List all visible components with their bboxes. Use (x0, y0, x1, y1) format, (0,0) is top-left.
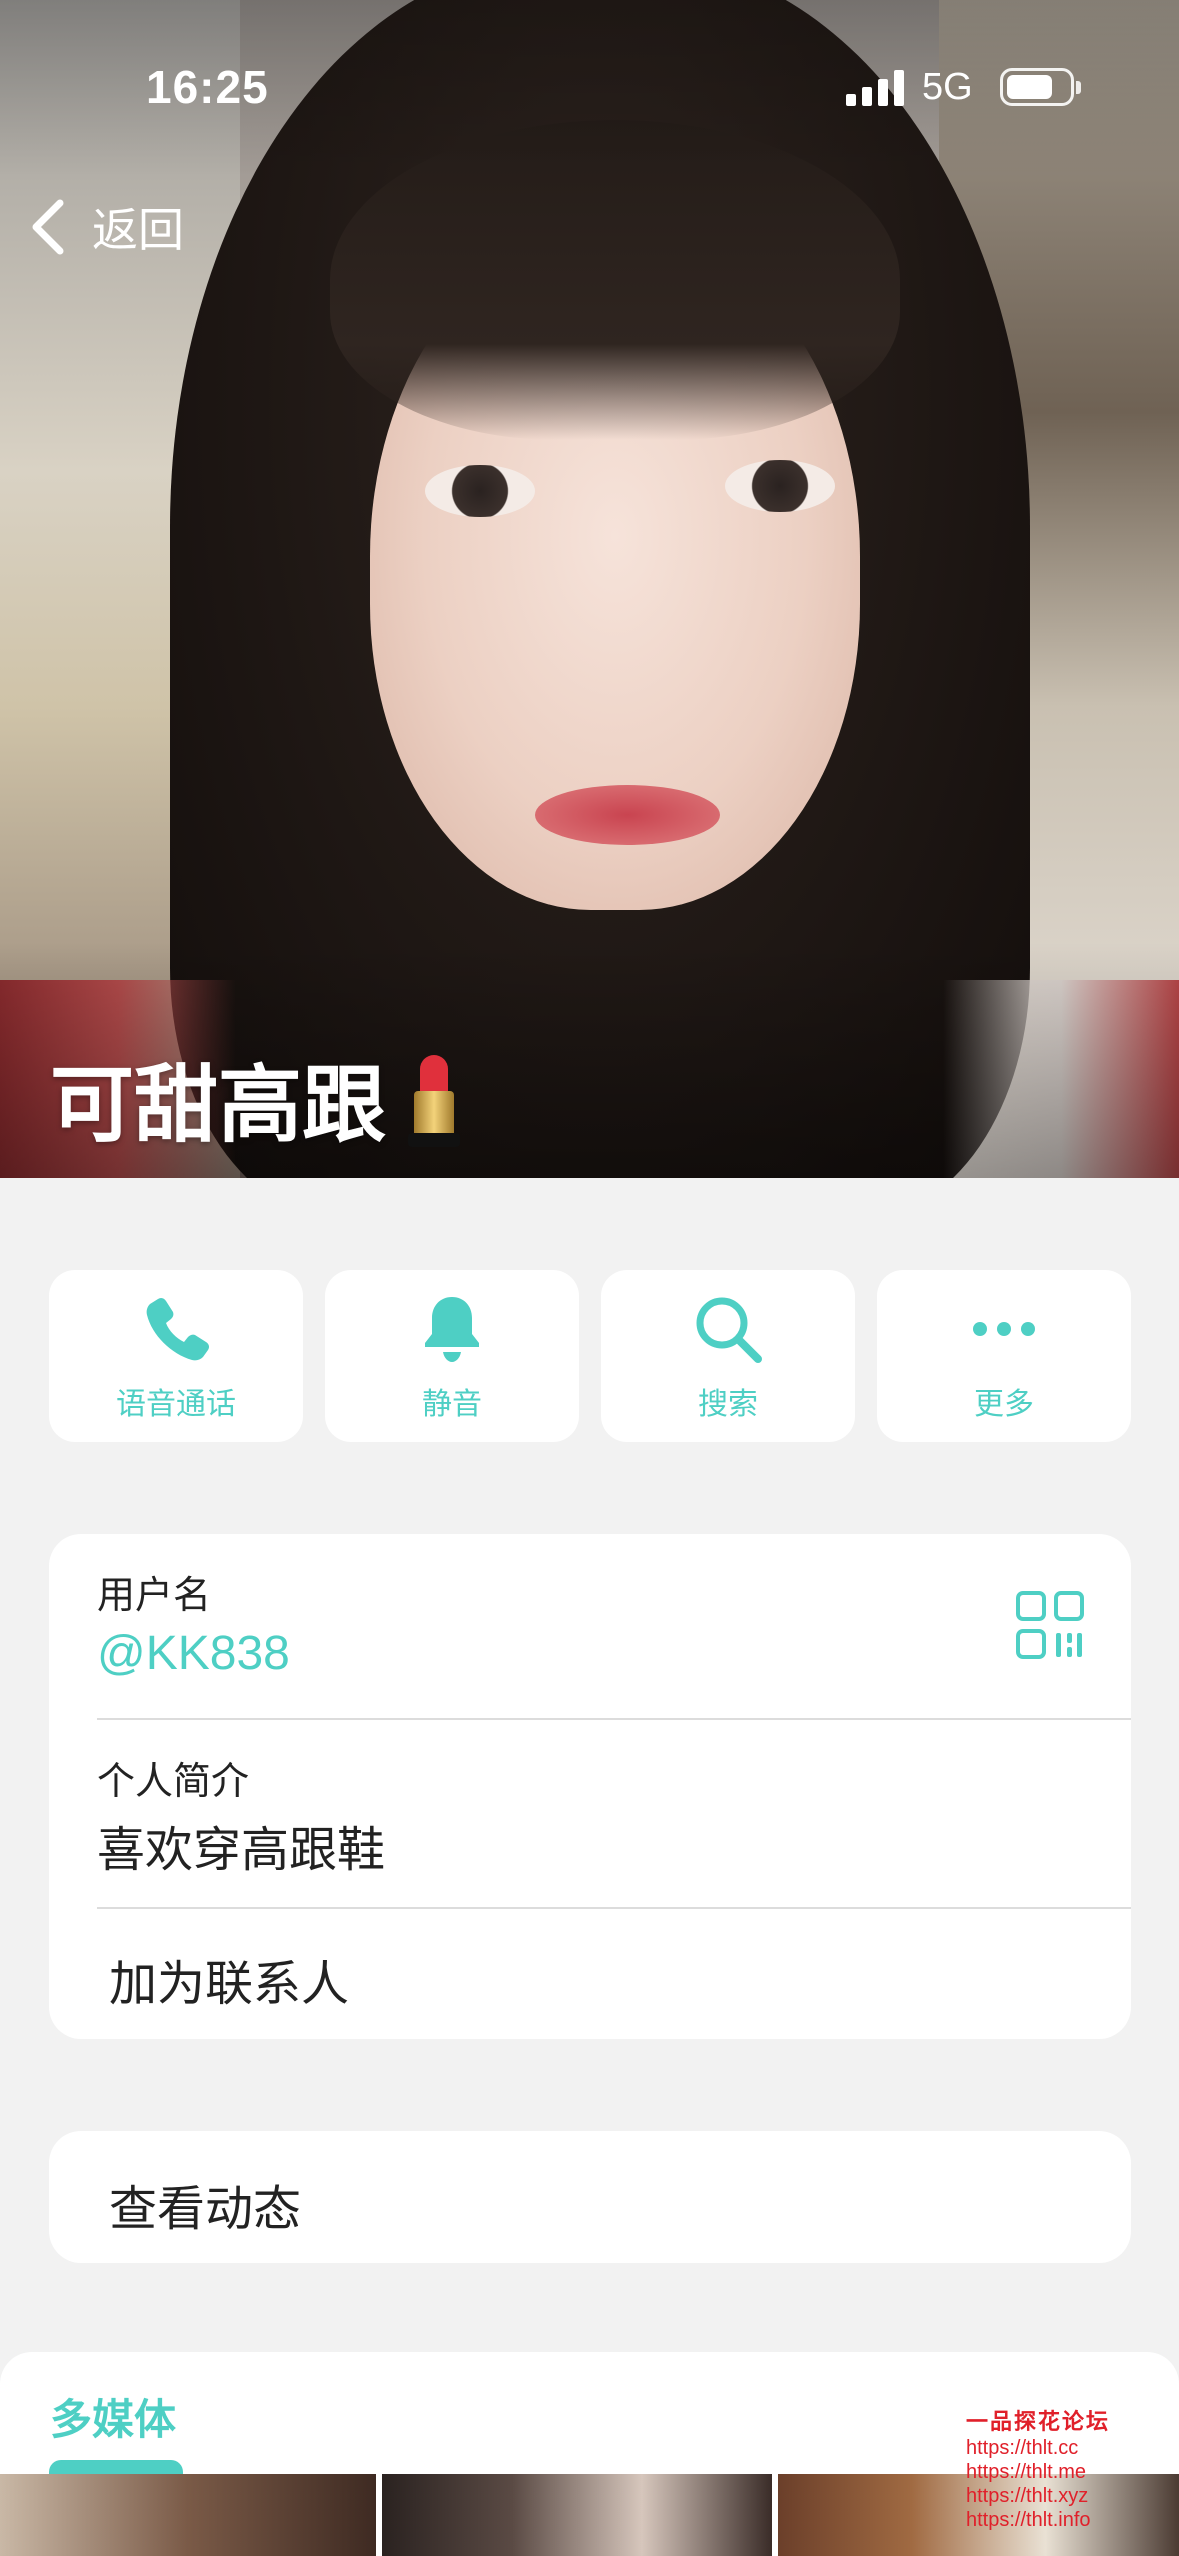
profile-name: 可甜高跟 (50, 1038, 464, 1159)
search-button[interactable]: 搜索 (601, 1270, 855, 1442)
watermark-line: https://thlt.cc (966, 2437, 1079, 2459)
battery-icon (1000, 68, 1081, 106)
more-label: 更多 (974, 1387, 1034, 1422)
bell-icon (425, 1297, 479, 1362)
watermark-line: https://thlt.info (966, 2509, 1091, 2531)
voice-call-button[interactable]: 语音通话 (49, 1270, 303, 1442)
media-tab[interactable]: 多媒体 (50, 2386, 176, 2447)
media-thumbnail[interactable] (382, 2474, 772, 2556)
info-card: 用户名 @KK838 个人简介 喜欢穿高跟鞋 加为联系人 (49, 1534, 1131, 2039)
watermark-line: https://thlt.me (966, 2461, 1087, 2483)
view-moments-card[interactable]: 查看动态 (49, 2131, 1131, 2263)
voice-call-label: 语音通话 (116, 1387, 236, 1422)
username-value[interactable]: @KK838 (97, 1626, 290, 1681)
chevron-left-icon (32, 199, 64, 255)
battery-level (1007, 75, 1052, 99)
watermark-line: https://thlt.xyz (966, 2485, 1089, 2507)
back-label: 返回 (92, 203, 184, 257)
qr-code-icon[interactable] (1015, 1590, 1085, 1660)
action-bar: 语音通话 静音 搜索 更多 (49, 1270, 1131, 1442)
watermark-title: 一品探花论坛 (966, 2409, 1111, 2435)
contact-profile-page: 16:25 5G 返回 可甜高跟 语音通话 静音 搜索 更多 用户名 @KK83… (0, 0, 1179, 2556)
network-type: 5G (922, 66, 973, 108)
search-icon (696, 1297, 762, 1363)
phone-icon (146, 1297, 210, 1361)
bio-label: 个人简介 (97, 1759, 250, 1803)
signal-icon (846, 70, 904, 106)
search-label: 搜索 (698, 1387, 758, 1422)
divider (97, 1907, 1131, 1909)
media-thumbnail[interactable] (0, 2474, 376, 2556)
mute-label: 静音 (422, 1387, 482, 1422)
more-button[interactable]: 更多 (877, 1270, 1131, 1442)
more-icon (973, 1322, 1035, 1336)
username-row[interactable]: 用户名 @KK838 (49, 1534, 1131, 1718)
bio-value: 喜欢穿高跟鞋 (97, 1822, 386, 1878)
status-time: 16:25 (146, 61, 269, 113)
lipstick-icon (404, 1051, 464, 1147)
mute-button[interactable]: 静音 (325, 1270, 579, 1442)
username-label: 用户名 (97, 1573, 212, 1617)
add-contact-button[interactable]: 加为联系人 (109, 1944, 349, 2014)
divider (97, 1718, 1131, 1720)
view-moments-label: 查看动态 (109, 2181, 302, 2237)
profile-photo: 16:25 5G 返回 可甜高跟 (0, 0, 1179, 1178)
back-button[interactable]: 返回 (26, 192, 184, 262)
profile-name-text: 可甜高跟 (50, 1056, 387, 1154)
watermark: 一品探花论坛 https://thlt.cc https://thlt.me h… (966, 2404, 1166, 2532)
